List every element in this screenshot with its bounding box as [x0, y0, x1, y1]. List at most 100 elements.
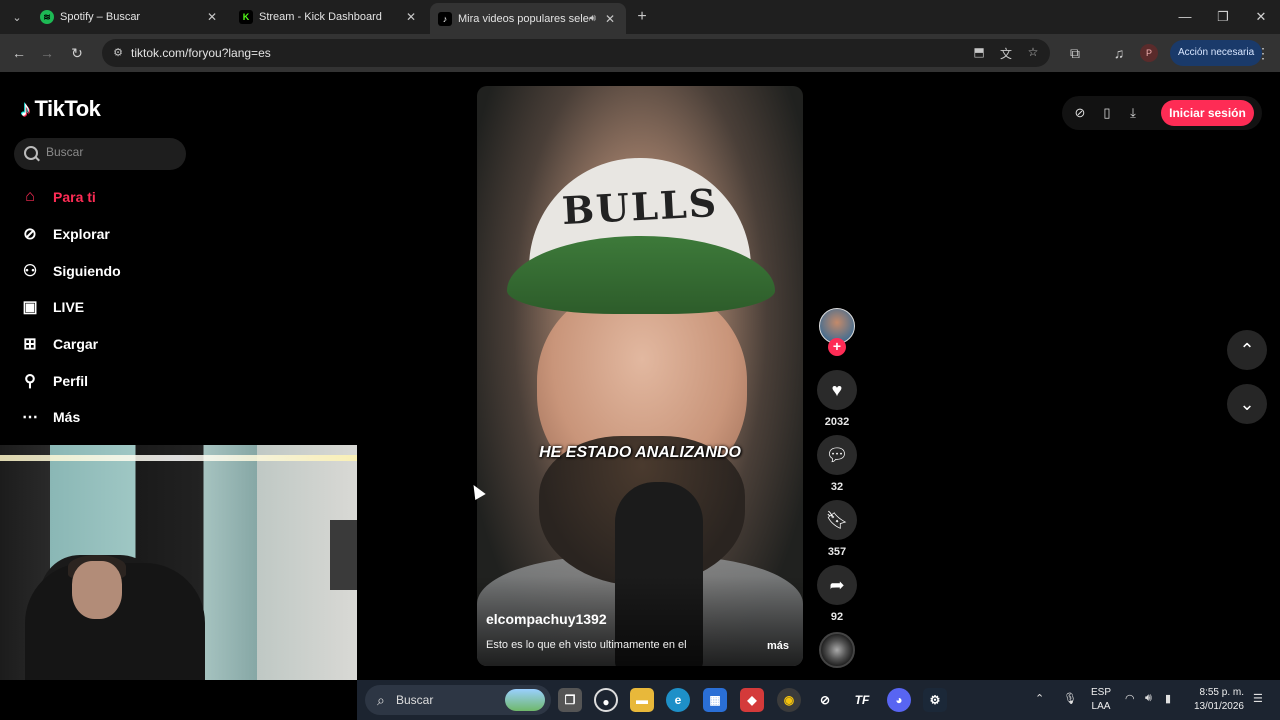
- new-tab-button[interactable]: +: [632, 7, 652, 27]
- video-author[interactable]: elcompachuy1392: [486, 611, 607, 627]
- sidebar-item-perfil[interactable]: ⚲ Perfil: [20, 366, 88, 396]
- browser-tab-bar: ⌄ ≋ Spotify – Buscar ✕ K Stream - Kick D…: [0, 0, 1280, 34]
- tf-app-icon[interactable]: TF: [850, 688, 874, 712]
- bookmark-star-icon[interactable]: ☆: [1024, 45, 1042, 61]
- compass-icon: ⊘: [23, 226, 37, 243]
- previous-video-button[interactable]: ⌃: [1227, 330, 1267, 370]
- tab-search-button[interactable]: ⌄: [6, 6, 28, 28]
- heart-icon: ♥: [831, 379, 843, 400]
- browser-toolbar: ← → ↻ ⚙ tiktok.com/foryou?lang=es ⬒ 文 ☆ …: [0, 34, 1280, 72]
- maximize-button[interactable]: ❐: [1204, 0, 1242, 34]
- tiktok-logo[interactable]: ♪ TikTok: [20, 96, 101, 122]
- search-icon: [24, 146, 38, 160]
- forward-button[interactable]: →: [36, 42, 58, 64]
- obs-icon[interactable]: ●: [594, 688, 618, 712]
- sidebar-item-cargar[interactable]: ⊞ Cargar: [20, 329, 98, 359]
- action-required-button[interactable]: Acción necesaria: [1170, 40, 1263, 66]
- profile-icon: ⚲: [24, 373, 36, 390]
- store-icon[interactable]: ▦: [703, 688, 727, 712]
- get-app-icon[interactable]: ▯: [1098, 104, 1116, 122]
- search-highlight-image: [505, 689, 545, 711]
- back-button[interactable]: ←: [8, 42, 30, 64]
- extensions-icon[interactable]: ⧉: [1064, 42, 1086, 64]
- task-view-icon[interactable]: ❐: [558, 688, 582, 712]
- sidebar-item-para-ti[interactable]: ⌂ Para ti: [20, 182, 96, 212]
- language-indicator[interactable]: ESP LAA: [1090, 686, 1112, 714]
- sidebar-item-mas[interactable]: ⋯ Más: [20, 402, 80, 432]
- epic-games-icon[interactable]: ⊘: [813, 688, 837, 712]
- windows-taskbar: ⌕ Buscar ❐ ● ▬ e ▦ ◆ ◉ ⊘ TF ◕ ⚙ ⌃ 🎙︎ ESP…: [357, 680, 1280, 720]
- notifications-icon[interactable]: ☰: [1253, 692, 1263, 705]
- download-icon[interactable]: ⤓: [1124, 104, 1142, 122]
- more-description-link[interactable]: más: [767, 640, 789, 652]
- chrome-icon[interactable]: ◉: [777, 688, 801, 712]
- wall-frame: [330, 520, 357, 590]
- reload-button[interactable]: ↻: [66, 42, 88, 64]
- search-bar[interactable]: [14, 138, 186, 170]
- media-controls-icon[interactable]: ♫: [1108, 42, 1130, 64]
- login-button[interactable]: Iniciar sesión: [1161, 100, 1254, 126]
- comment-button[interactable]: 💬︎: [817, 435, 857, 475]
- search-input[interactable]: [46, 145, 176, 159]
- tab-title: Mira videos populares selec: [458, 12, 590, 25]
- site-info-icon[interactable]: ⚙: [110, 45, 126, 61]
- microphone-icon[interactable]: 🎙︎: [1063, 692, 1077, 705]
- chevron-down-icon: ⌄: [1239, 394, 1255, 414]
- taskbar-search-label: Buscar: [396, 693, 434, 707]
- minimize-button[interactable]: —: [1166, 0, 1204, 34]
- tab-kick[interactable]: K Stream - Kick Dashboard ✕: [231, 3, 427, 31]
- music-disc-icon[interactable]: [819, 632, 855, 668]
- sidebar-item-label: LIVE: [53, 299, 85, 315]
- sidebar-item-siguiendo[interactable]: ⚇ Siguiendo: [20, 256, 121, 286]
- close-tab-icon[interactable]: ✕: [403, 10, 419, 24]
- tab-tiktok[interactable]: ♪ Mira videos populares selec 🔊︎ ✕: [430, 3, 626, 34]
- share-button[interactable]: ➦: [817, 565, 857, 605]
- sidebar-item-label: Perfil: [53, 373, 89, 389]
- video-player[interactable]: BULLS HE ESTADO ANALIZANDO elcompachuy13…: [477, 86, 803, 666]
- battery-icon[interactable]: ▮: [1165, 692, 1171, 705]
- tab-title: Stream - Kick Dashboard: [259, 11, 382, 23]
- tab-spotify[interactable]: ≋ Spotify – Buscar ✕: [32, 3, 228, 31]
- comment-icon: 💬︎: [825, 444, 849, 465]
- audio-playing-icon[interactable]: 🔊︎: [590, 13, 596, 24]
- clock-time: 8:55 p. m.: [1199, 687, 1244, 698]
- address-bar[interactable]: ⚙ tiktok.com/foryou?lang=es ⬒ 文 ☆: [102, 39, 1050, 67]
- chevron-up-icon: ⌃: [1239, 340, 1255, 360]
- coins-icon[interactable]: ⊘: [1071, 104, 1089, 122]
- sidebar-item-label: Siguiendo: [53, 263, 121, 279]
- file-explorer-icon[interactable]: ▬: [630, 688, 654, 712]
- system-clock[interactable]: 8:55 p. m. 13/01/2026: [1190, 686, 1244, 714]
- like-count: 2032: [824, 416, 850, 428]
- tiktok-note-icon: ♪: [20, 96, 31, 121]
- save-button[interactable]: 🔖︎: [817, 500, 857, 540]
- profile-avatar[interactable]: P: [1140, 44, 1158, 62]
- close-window-button[interactable]: ✕: [1242, 0, 1280, 34]
- sidebar-item-label: Cargar: [53, 336, 99, 352]
- close-tab-icon[interactable]: ✕: [204, 10, 220, 24]
- language-code: ESP: [1090, 687, 1111, 698]
- install-app-icon[interactable]: ⬒: [970, 45, 988, 61]
- sidebar-item-explorar[interactable]: ⊘ Explorar: [20, 219, 110, 249]
- video-description: Esto es lo que eh visto ultimamente en e…: [486, 639, 687, 651]
- url-text[interactable]: tiktok.com/foryou?lang=es: [131, 46, 271, 60]
- steam-icon[interactable]: ⚙: [923, 688, 947, 712]
- tray-overflow-icon[interactable]: ⌃: [1035, 692, 1044, 705]
- like-button[interactable]: ♥: [817, 370, 857, 410]
- browser-menu-icon[interactable]: ⋮: [1252, 42, 1274, 64]
- close-tab-icon[interactable]: ✕: [602, 12, 618, 26]
- discord-icon[interactable]: ◕: [887, 688, 911, 712]
- sidebar-item-label: Para ti: [53, 189, 96, 205]
- tiktok-page: ♪ TikTok ⌂ Para ti ⊘ Explorar ⚇ Siguiend…: [0, 72, 1280, 680]
- sidebar-item-live[interactable]: ▣ LIVE: [20, 292, 84, 322]
- translate-icon[interactable]: 文: [997, 45, 1015, 61]
- share-arrow-icon: ➦: [829, 574, 845, 595]
- edge-icon[interactable]: e: [666, 688, 690, 712]
- next-video-button[interactable]: ⌄: [1227, 384, 1267, 424]
- tab-title: Spotify – Buscar: [60, 11, 141, 23]
- anydesk-icon[interactable]: ◆: [740, 688, 764, 712]
- taskbar-search[interactable]: ⌕ Buscar: [365, 685, 551, 715]
- wifi-icon[interactable]: ◠: [1125, 692, 1135, 705]
- volume-icon[interactable]: 🔊︎: [1145, 692, 1152, 705]
- share-count: 92: [830, 611, 844, 623]
- follow-plus-icon[interactable]: +: [828, 338, 846, 356]
